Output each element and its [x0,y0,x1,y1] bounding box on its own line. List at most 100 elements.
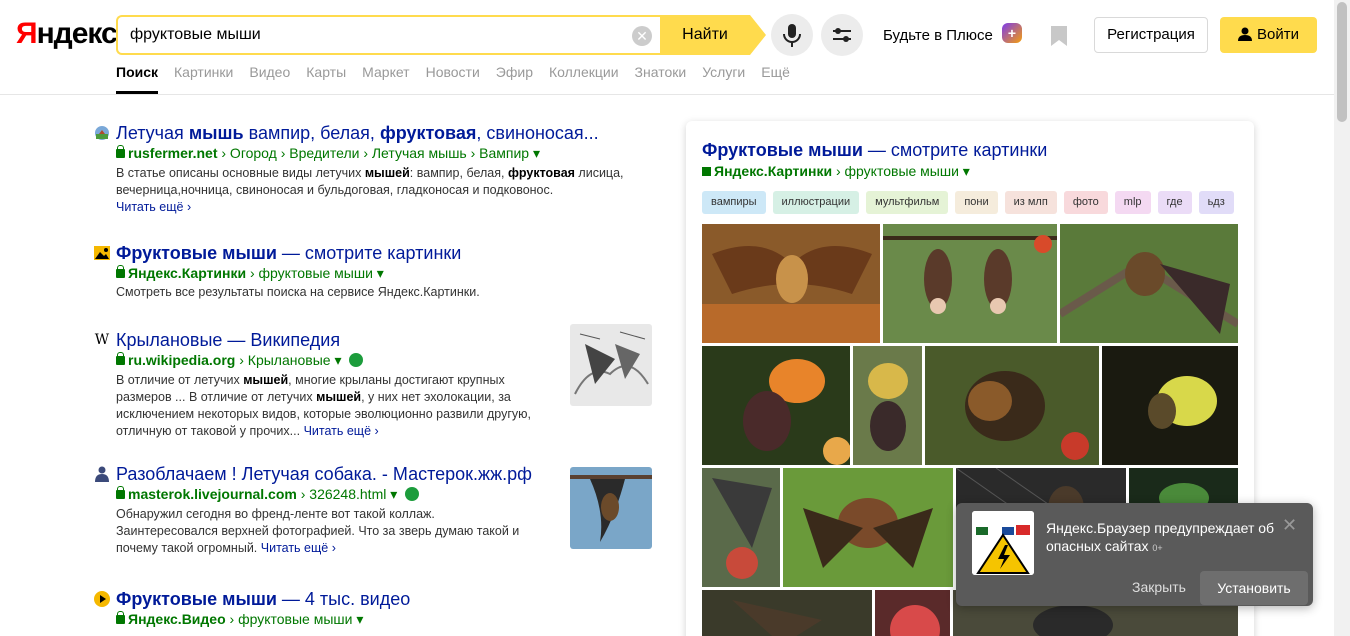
yandex-logo[interactable]: Яндекс [16,17,118,51]
refinement-chips: вампиры иллюстрации мультфильм пони из м… [702,191,1234,214]
tab-news[interactable]: Новости [426,64,480,94]
voice-search-button[interactable] [771,14,813,56]
chip-vampires[interactable]: вампиры [702,191,766,214]
tab-search[interactable]: Поиск [116,64,159,94]
tab-video[interactable]: Видео [249,64,290,94]
notification-text: Яндекс.Браузер предупреждает об опасных … [1046,520,1275,554]
result-url[interactable]: masterok.livejournal.com › 326248.html ▾ [116,486,420,503]
lock-icon [116,486,125,499]
result-thumbnail[interactable] [570,324,652,406]
image-thumbnail[interactable] [783,468,953,587]
favicon-farm-icon [94,125,110,141]
result-snippet: В отличие от летучих мышей, многие крыла… [116,373,532,438]
panel-url[interactable]: Яндекс.Картинки › фруктовые мыши ▾ [702,163,970,180]
search-result: Фруктовые мыши — смотрите картинки Яндек… [94,242,674,329]
sliders-icon [833,28,851,42]
wikipedia-icon: W [94,332,110,348]
images-service-icon [94,245,110,261]
image-thumbnail[interactable] [1102,346,1238,465]
clear-search-icon[interactable]: ✕ [632,26,652,46]
image-thumbnail[interactable] [1060,224,1238,343]
image-thumbnail[interactable] [925,346,1099,465]
read-more-link[interactable]: Читать ещё › [304,424,379,438]
microphone-icon [783,24,801,47]
tab-market[interactable]: Маркет [362,64,409,94]
chip-illustrations[interactable]: иллюстрации [772,191,860,214]
result-url[interactable]: ru.wikipedia.org › Крылановые ▾ [116,352,364,369]
result-snippet: В статье описаны основные виды летучих м… [116,166,624,214]
image-thumbnail[interactable] [702,346,850,465]
chip-pony[interactable]: пони [955,191,998,214]
search-result: Летучая мышь вампир, белая, фруктовая, с… [94,122,674,242]
result-snippet: Смотреть все результаты поиска на сервис… [116,285,480,299]
tab-more[interactable]: Ещё [761,64,790,94]
chip-cartoon[interactable]: мультфильм [866,191,949,214]
chip-where[interactable]: где [1157,191,1192,214]
user-icon [1238,27,1252,41]
lock-icon [116,611,125,624]
result-title[interactable]: Разоблачаем ! Летучая собака. - Мастерок… [116,463,532,485]
search-form: ✕ Найти [116,15,766,55]
image-thumbnail[interactable] [702,590,872,636]
chip-ydz[interactable]: ьдз [1198,191,1234,214]
result-url[interactable]: rusfermer.net › Огород › Вредители › Лет… [116,145,540,162]
search-tabs: Поиск Картинки Видео Карты Маркет Новост… [116,64,790,94]
image-thumbnail[interactable] [702,224,880,343]
chip-from-mlp[interactable]: из млп [1004,191,1057,214]
image-thumbnail[interactable] [702,468,780,587]
find-button-arrow [750,15,766,55]
lock-icon [116,145,125,158]
lock-icon [116,265,125,278]
browser-warning-icon [972,511,1034,575]
tab-znatoki[interactable]: Знатоки [635,64,687,94]
video-play-icon [94,591,110,607]
header: Яндекс ✕ Найти Будьте в Плюсе + Регистра… [0,0,1334,95]
plus-promo-link[interactable]: Будьте в Плюсе [883,27,993,44]
search-results: Летучая мышь вампир, белая, фруктовая, с… [94,122,674,628]
tab-maps[interactable]: Карты [306,64,346,94]
read-more-link[interactable]: Читать ещё › [261,541,336,555]
search-box: ✕ [116,15,664,55]
search-result: W Крылановые — Википедия ru.wikipedia.or… [94,324,674,463]
search-input[interactable] [130,26,630,44]
quality-badge-icon [405,487,420,501]
livejournal-user-icon [94,466,110,482]
search-result: Разоблачаем ! Летучая собака. - Мастерок… [94,463,674,588]
result-url[interactable]: Яндекс.Видео › фруктовые мыши ▾ [116,611,363,628]
close-icon[interactable]: ✕ [1282,515,1297,536]
dismiss-button[interactable]: Закрыть [1132,579,1186,595]
plus-badge-icon: + [1002,23,1022,43]
login-button[interactable]: Войти [1220,17,1317,53]
image-thumbnail[interactable] [883,224,1057,343]
register-button[interactable]: Регистрация [1094,17,1208,53]
image-thumbnail[interactable] [875,590,950,636]
panel-title[interactable]: Фруктовые мыши — смотрите картинки [702,140,1047,161]
tab-collections[interactable]: Коллекции [549,64,619,94]
page-scrollbar[interactable] [1334,0,1350,636]
result-title[interactable]: Летучая мышь вампир, белая, фруктовая, с… [116,122,599,144]
scrollbar-thumb[interactable] [1337,2,1347,122]
search-result: Фруктовые мыши — 4 тыс. видео Яндекс.Вид… [94,588,674,628]
chip-mlp[interactable]: mlp [1114,191,1151,214]
lock-icon [116,352,125,365]
tab-services[interactable]: Услуги [702,64,745,94]
find-button[interactable]: Найти [660,15,750,55]
login-label: Войти [1257,26,1299,43]
install-button[interactable]: Установить [1200,571,1308,605]
result-url[interactable]: Яндекс.Картинки › фруктовые мыши ▾ [116,265,384,282]
result-title[interactable]: Крылановые — Википедия [116,329,340,351]
chip-photo[interactable]: фото [1063,191,1108,214]
lock-icon [702,167,711,176]
quality-badge-icon [349,353,364,367]
result-title[interactable]: Фруктовые мыши — смотрите картинки [116,242,461,264]
search-filters-button[interactable] [821,14,863,56]
tab-images[interactable]: Картинки [174,64,233,94]
bookmark-icon[interactable] [1049,25,1069,47]
result-snippet: Обнаружил сегодня во френд-ленте вот так… [116,507,520,555]
tab-efir[interactable]: Эфир [496,64,533,94]
browser-promo-notification: Яндекс.Браузер предупреждает об опасных … [956,503,1313,606]
read-more-link[interactable]: Читать ещё › [116,200,191,214]
result-thumbnail[interactable] [570,467,652,549]
result-title[interactable]: Фруктовые мыши — 4 тыс. видео [116,588,410,610]
image-thumbnail[interactable] [853,346,922,465]
